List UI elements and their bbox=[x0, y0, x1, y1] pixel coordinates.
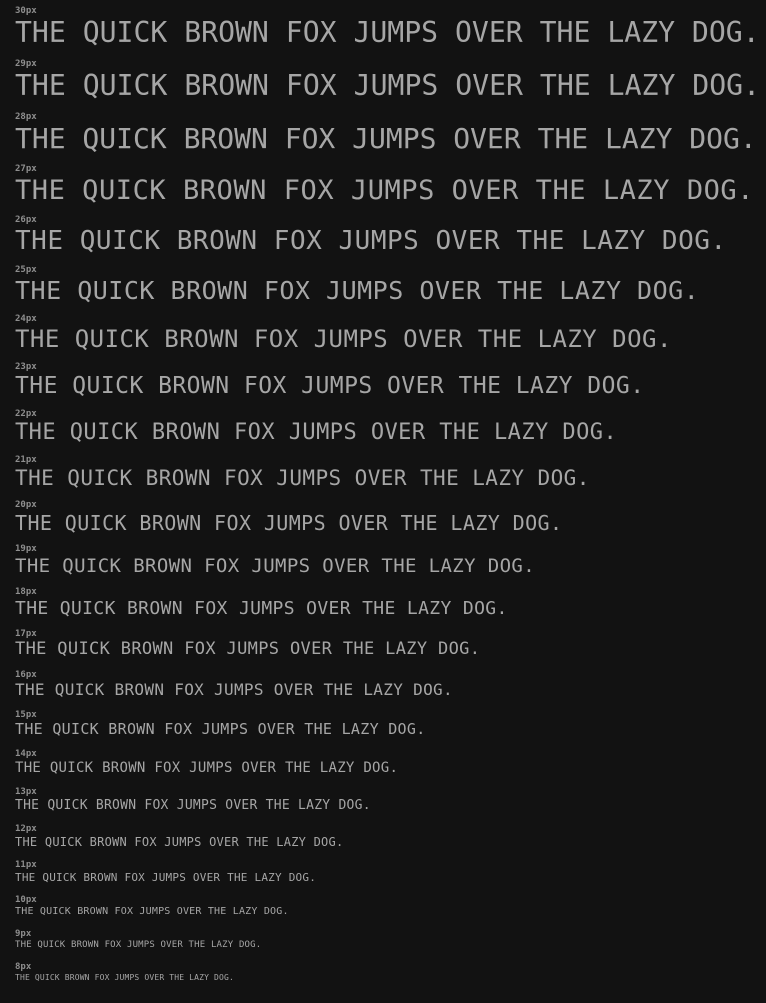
sample-text: THE QUICK BROWN FOX JUMPS OVER THE LAZY … bbox=[15, 906, 289, 917]
sample-text: THE QUICK BROWN FOX JUMPS OVER THE LAZY … bbox=[15, 798, 371, 813]
sample-text: THE QUICK BROWN FOX JUMPS OVER THE LAZY … bbox=[15, 940, 262, 950]
sample-text: THE QUICK BROWN FOX JUMPS OVER THE LAZY … bbox=[15, 276, 700, 305]
size-label: 13px bbox=[15, 787, 37, 797]
size-label: 20px bbox=[15, 500, 37, 510]
font-specimen: 30px THE QUICK BROWN FOX JUMPS OVER THE L… bbox=[0, 0, 766, 1003]
size-label: 12px bbox=[15, 824, 37, 834]
sample-text: THE QUICK BROWN FOX JUMPS OVER THE LAZY … bbox=[15, 420, 618, 445]
size-label: 25px bbox=[15, 265, 37, 275]
size-label: 23px bbox=[15, 362, 37, 372]
sample-text: THE QUICK BROWN FOX JUMPS OVER THE LAZY … bbox=[15, 973, 234, 982]
sample-text: THE QUICK BROWN FOX JUMPS OVER THE LAZY … bbox=[15, 122, 757, 155]
sample-text: THE QUICK BROWN FOX JUMPS OVER THE LAZY … bbox=[15, 16, 760, 49]
sample-text: THE QUICK BROWN FOX JUMPS OVER THE LAZY … bbox=[15, 555, 536, 577]
size-label: 19px bbox=[15, 544, 37, 554]
size-label: 14px bbox=[15, 749, 37, 759]
sample-text: THE QUICK BROWN FOX JUMPS OVER THE LAZY … bbox=[15, 175, 754, 206]
sample-text: THE QUICK BROWN FOX JUMPS OVER THE LAZY … bbox=[15, 466, 590, 490]
sample-text: THE QUICK BROWN FOX JUMPS OVER THE LAZY … bbox=[15, 69, 761, 102]
size-label: 18px bbox=[15, 587, 37, 597]
size-label: 9px bbox=[15, 929, 32, 939]
size-label: 10px bbox=[15, 895, 37, 905]
sample-text: THE QUICK BROWN FOX JUMPS OVER THE LAZY … bbox=[15, 720, 426, 738]
sample-text: THE QUICK BROWN FOX JUMPS OVER THE LAZY … bbox=[15, 511, 563, 535]
size-label: 11px bbox=[15, 860, 37, 870]
sample-text: THE QUICK BROWN FOX JUMPS OVER THE LAZY … bbox=[15, 760, 399, 776]
size-label: 27px bbox=[15, 164, 37, 174]
sample-text: THE QUICK BROWN FOX JUMPS OVER THE LAZY … bbox=[15, 373, 645, 399]
sample-text: THE QUICK BROWN FOX JUMPS OVER THE LAZY … bbox=[15, 325, 672, 353]
size-label: 21px bbox=[15, 455, 37, 465]
sample-text: THE QUICK BROWN FOX JUMPS OVER THE LAZY … bbox=[15, 598, 508, 619]
sample-text: THE QUICK BROWN FOX JUMPS OVER THE LAZY … bbox=[15, 639, 481, 659]
size-label: 22px bbox=[15, 409, 37, 419]
sample-text: THE QUICK BROWN FOX JUMPS OVER THE LAZY … bbox=[15, 835, 344, 849]
sample-text: THE QUICK BROWN FOX JUMPS OVER THE LAZY … bbox=[15, 871, 317, 884]
sample-text: THE QUICK BROWN FOX JUMPS OVER THE LAZY … bbox=[15, 680, 453, 699]
sample-text: THE QUICK BROWN FOX JUMPS OVER THE LAZY … bbox=[15, 226, 727, 256]
size-label: 8px bbox=[15, 962, 32, 972]
size-label: 26px bbox=[15, 215, 37, 225]
size-label: 24px bbox=[15, 314, 37, 324]
